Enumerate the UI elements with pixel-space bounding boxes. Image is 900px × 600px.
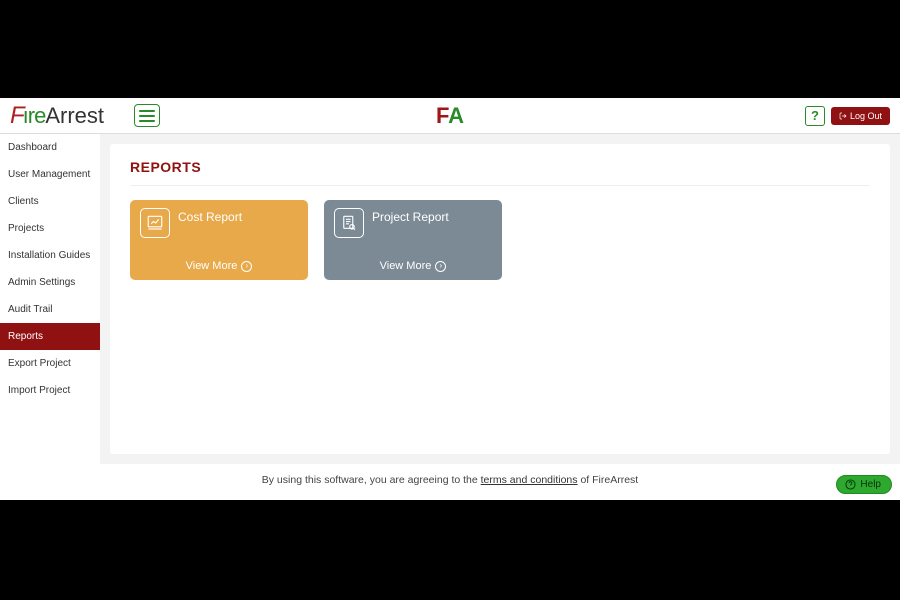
report-cards: Cost Report View More › Project Repo — [130, 200, 870, 280]
sidebar-item-audit-trail[interactable]: Audit Trail — [0, 296, 100, 323]
report-card-cost[interactable]: Cost Report View More › — [130, 200, 308, 280]
menu-toggle-icon[interactable] — [134, 104, 160, 127]
sidebar: Dashboard User Management Clients Projec… — [0, 134, 100, 464]
content-card: REPORTS Cost Report View More › — [110, 144, 890, 454]
logo-arrest: Arrest — [45, 103, 104, 129]
sidebar-item-import-project[interactable]: Import Project — [0, 377, 100, 404]
document-icon — [334, 208, 364, 238]
logout-icon — [839, 112, 847, 120]
sidebar-item-dashboard[interactable]: Dashboard — [0, 134, 100, 161]
letterbox-top — [0, 0, 900, 98]
letterbox-bottom — [0, 500, 900, 600]
view-more-link[interactable]: View More › — [130, 260, 308, 272]
arrow-right-icon: › — [435, 261, 446, 272]
terms-link[interactable]: terms and conditions — [481, 474, 578, 486]
page-title: REPORTS — [130, 159, 870, 186]
help-icon[interactable]: ? — [805, 106, 825, 126]
brand-logo: FıreArrest — [10, 102, 104, 130]
report-card-title: Cost Report — [178, 210, 242, 224]
header: FıreArrest FA ? Log Out — [0, 98, 900, 134]
help-circle-icon — [845, 479, 856, 490]
main-area: REPORTS Cost Report View More › — [100, 134, 900, 464]
sidebar-item-installation-guides[interactable]: Installation Guides — [0, 242, 100, 269]
sidebar-item-clients[interactable]: Clients — [0, 188, 100, 215]
chart-icon — [140, 208, 170, 238]
mini-logo: FA — [436, 103, 464, 129]
arrow-right-icon: › — [241, 261, 252, 272]
logout-button[interactable]: Log Out — [831, 107, 890, 125]
view-more-link[interactable]: View More › — [324, 260, 502, 272]
report-card-title: Project Report — [372, 210, 449, 224]
sidebar-item-admin-settings[interactable]: Admin Settings — [0, 269, 100, 296]
sidebar-item-reports[interactable]: Reports — [0, 323, 100, 350]
sidebar-item-export-project[interactable]: Export Project — [0, 350, 100, 377]
report-card-project[interactable]: Project Report View More › — [324, 200, 502, 280]
logo-re: ıre — [23, 103, 46, 129]
sidebar-item-projects[interactable]: Projects — [0, 215, 100, 242]
sidebar-item-user-management[interactable]: User Management — [0, 161, 100, 188]
help-widget[interactable]: Help — [836, 475, 892, 494]
footer: By using this software, you are agreeing… — [0, 464, 900, 500]
